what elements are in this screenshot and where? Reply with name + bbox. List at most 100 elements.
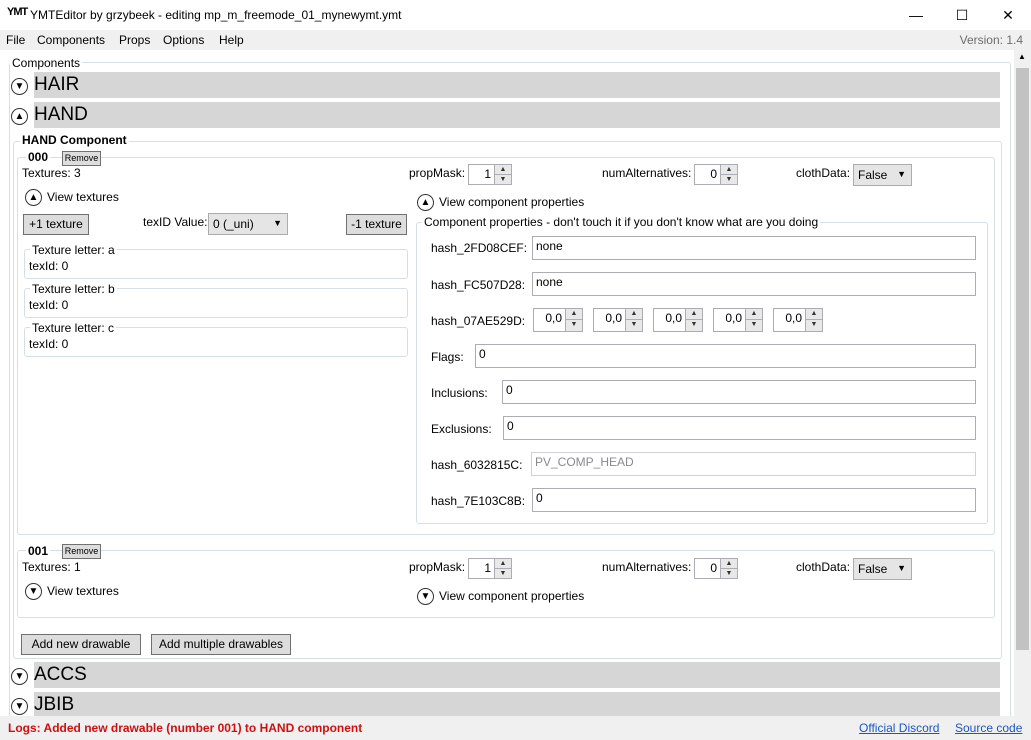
chevron-up-icon[interactable]: ▲ bbox=[417, 194, 434, 211]
spin-up-icon[interactable]: ▲ bbox=[745, 309, 762, 320]
section-accs-label: ACCS bbox=[34, 664, 87, 685]
drawable-000-textures-count: Textures: 3 bbox=[22, 166, 81, 180]
drawable-001-clothdata-select[interactable]: False ▼ bbox=[853, 558, 912, 580]
drawable-000-view-props[interactable]: View component properties bbox=[439, 195, 584, 209]
hash-07ae529d-stepper-2[interactable]: 0,0 ▲ ▼ bbox=[593, 308, 643, 332]
spin-down-icon[interactable]: ▼ bbox=[745, 320, 762, 331]
hash-fc507d28-input[interactable]: none bbox=[532, 272, 976, 296]
spin-down-icon[interactable]: ▼ bbox=[494, 568, 511, 578]
menu-help[interactable]: Help bbox=[219, 33, 244, 47]
flags-input[interactable]: 0 bbox=[475, 344, 976, 368]
drawable-001-propmask-stepper[interactable]: 1 ▲ ▼ bbox=[468, 558, 512, 579]
spin-down-icon[interactable]: ▼ bbox=[685, 320, 702, 331]
menu-props[interactable]: Props bbox=[119, 33, 150, 47]
chevron-down-icon[interactable]: ▼ bbox=[11, 78, 28, 95]
hash-07ae529d-stepper-1[interactable]: 0,0 ▲ ▼ bbox=[533, 308, 583, 332]
chevron-down-icon[interactable]: ▼ bbox=[25, 583, 42, 600]
spin-up-icon[interactable]: ▲ bbox=[720, 559, 737, 569]
spin-up-icon[interactable]: ▲ bbox=[494, 165, 511, 175]
menu-options[interactable]: Options bbox=[163, 33, 204, 47]
spin-up-icon[interactable]: ▲ bbox=[625, 309, 642, 320]
scroll-up-icon[interactable]: ▲ bbox=[1018, 52, 1026, 61]
window-title: YMTEditor by grzybeek - editing mp_m_fre… bbox=[30, 8, 402, 22]
texture-texid-c: texId: 0 bbox=[29, 337, 69, 351]
spin-down-icon[interactable]: ▼ bbox=[565, 320, 582, 331]
component-properties-title: Component properties - don't touch it if… bbox=[422, 215, 821, 229]
chevron-up-icon[interactable]: ▲ bbox=[25, 189, 42, 206]
chevron-down-icon[interactable]: ▼ bbox=[11, 698, 28, 715]
section-jbib[interactable]: JBIB bbox=[34, 692, 1000, 716]
add-texture-button[interactable]: +1 texture bbox=[23, 214, 89, 235]
drawable-000-propmask-label: propMask: bbox=[409, 166, 466, 180]
scrollbar-thumb[interactable] bbox=[1016, 68, 1029, 650]
section-accs[interactable]: ACCS bbox=[34, 662, 1000, 688]
chevron-down-icon[interactable]: ▼ bbox=[417, 588, 434, 605]
maximize-button[interactable]: ☐ bbox=[939, 0, 985, 30]
menu-file[interactable]: File bbox=[6, 33, 25, 47]
spin-down-icon[interactable]: ▼ bbox=[494, 174, 511, 184]
drawable-000-clothdata-select[interactable]: False ▼ bbox=[853, 164, 912, 186]
texture-letter-a: Texture letter: a bbox=[30, 243, 117, 257]
spin-down-icon[interactable]: ▼ bbox=[805, 320, 822, 331]
spin-up-icon[interactable]: ▲ bbox=[685, 309, 702, 320]
hash-07ae529d-stepper-3[interactable]: 0,0 ▲ ▼ bbox=[653, 308, 703, 332]
close-button[interactable]: ✕ bbox=[985, 0, 1031, 30]
spin-up-icon[interactable]: ▲ bbox=[805, 309, 822, 320]
numalt-value: 0 bbox=[710, 561, 717, 575]
drawable-001-numalt-stepper[interactable]: 0 ▲ ▼ bbox=[694, 558, 738, 579]
drawable-001-view-props[interactable]: View component properties bbox=[439, 589, 584, 603]
chevron-down-icon[interactable]: ▼ bbox=[11, 668, 28, 685]
status-bar: Logs: Added new drawable (number 001) to… bbox=[0, 716, 1031, 740]
hash-07ae529d-label: hash_07AE529D: bbox=[431, 314, 526, 328]
hash-fc507d28-label: hash_FC507D28: bbox=[431, 278, 526, 292]
drawable-000-remove-button[interactable]: Remove bbox=[62, 151, 101, 166]
exclusions-label: Exclusions: bbox=[431, 422, 492, 436]
hash-07ae529d-stepper-5[interactable]: 0,0 ▲ ▼ bbox=[773, 308, 823, 332]
hand-component-title: HAND Component bbox=[20, 133, 129, 147]
hash-6032815c-label: hash_6032815C: bbox=[431, 458, 523, 472]
section-hand-label: HAND bbox=[34, 104, 88, 125]
section-hand[interactable]: HAND bbox=[34, 102, 1000, 128]
menu-components[interactable]: Components bbox=[37, 33, 105, 47]
drawable-000-numalt-label: numAlternatives: bbox=[602, 166, 692, 180]
add-multiple-drawables-button[interactable]: Add multiple drawables bbox=[151, 634, 291, 655]
spin-up-icon[interactable]: ▲ bbox=[720, 165, 737, 175]
spin-down-icon[interactable]: ▼ bbox=[720, 174, 737, 184]
exclusions-input[interactable]: 0 bbox=[503, 416, 976, 440]
source-code-link[interactable]: Source code bbox=[955, 721, 1022, 735]
title-bar: YMT YMTEditor by grzybeek - editing mp_m… bbox=[0, 0, 1031, 30]
drawable-000-view-textures[interactable]: View textures bbox=[47, 190, 119, 204]
texid-select[interactable]: 0 (_uni) ▼ bbox=[208, 213, 288, 235]
minimize-button[interactable]: — bbox=[893, 0, 939, 30]
drawable-001-id: 001 bbox=[26, 544, 51, 558]
texture-texid-b: texId: 0 bbox=[29, 298, 69, 312]
hash-7e103c8b-input[interactable]: 0 bbox=[532, 488, 976, 512]
hash-7e103c8b-label: hash_7E103C8B: bbox=[431, 494, 526, 508]
texid-label: texID Value: bbox=[143, 215, 208, 229]
drawable-000-numalt-stepper[interactable]: 0 ▲ ▼ bbox=[694, 164, 738, 185]
add-new-drawable-button[interactable]: Add new drawable bbox=[21, 634, 141, 655]
official-discord-link[interactable]: Official Discord bbox=[859, 721, 939, 735]
texture-letter-b: Texture letter: b bbox=[30, 282, 117, 296]
spin-down-icon[interactable]: ▼ bbox=[625, 320, 642, 331]
inclusions-input[interactable]: 0 bbox=[502, 380, 976, 404]
section-hair[interactable]: HAIR bbox=[34, 72, 1000, 98]
drawable-001-remove-button[interactable]: Remove bbox=[62, 544, 101, 559]
chevron-down-icon: ▼ bbox=[897, 563, 906, 573]
hash-2fd08cef-input[interactable]: none bbox=[532, 236, 976, 260]
texid-value: 0 (_uni) bbox=[213, 217, 254, 231]
drawable-000-propmask-stepper[interactable]: 1 ▲ ▼ bbox=[468, 164, 512, 185]
hash-07ae529d-stepper-4[interactable]: 0,0 ▲ ▼ bbox=[713, 308, 763, 332]
stepper-value: 0,0 bbox=[545, 311, 562, 325]
drawable-001-propmask-label: propMask: bbox=[409, 560, 466, 574]
log-message: Logs: Added new drawable (number 001) to… bbox=[8, 721, 363, 735]
chevron-down-icon: ▼ bbox=[897, 169, 906, 179]
chevron-up-icon[interactable]: ▲ bbox=[11, 108, 28, 125]
spin-up-icon[interactable]: ▲ bbox=[494, 559, 511, 569]
spin-up-icon[interactable]: ▲ bbox=[565, 309, 582, 320]
chevron-down-icon: ▼ bbox=[273, 218, 282, 228]
remove-texture-button[interactable]: -1 texture bbox=[346, 214, 407, 235]
components-label: Components bbox=[10, 56, 83, 70]
drawable-001-view-textures[interactable]: View textures bbox=[47, 584, 119, 598]
spin-down-icon[interactable]: ▼ bbox=[720, 568, 737, 578]
